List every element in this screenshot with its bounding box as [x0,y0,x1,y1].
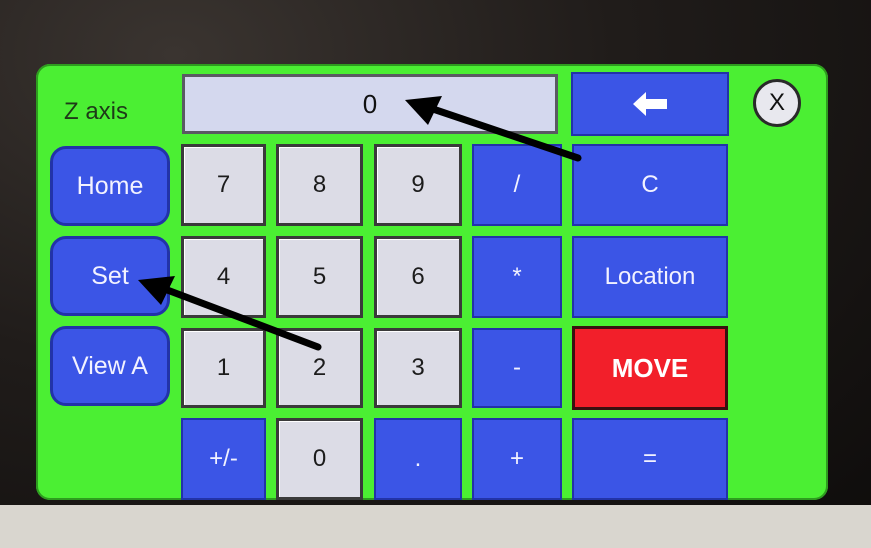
key-label: MOVE [611,352,689,383]
key-label: +/- [209,445,238,472]
key-plus-minus[interactable]: +/- [181,418,266,500]
key-label: 4 [216,263,231,290]
arrow-left-icon [633,92,667,116]
key-label: 2 [312,354,327,381]
key-label: 7 [216,171,231,198]
key-9[interactable]: 9 [374,144,462,226]
home-button[interactable]: Home [50,146,170,226]
key-label: 0 [312,445,327,472]
view-label: View A [72,351,148,380]
key-plus[interactable]: + [472,418,562,500]
key-2[interactable]: 2 [276,328,363,408]
clear-button[interactable]: C [572,144,728,226]
key-8[interactable]: 8 [276,144,363,226]
home-label: Home [76,171,144,200]
key-label: = [642,445,657,472]
set-label: Set [91,261,129,290]
key-label: . [414,445,422,472]
equals-button[interactable]: = [572,418,728,500]
value-display[interactable]: 0 [182,74,558,134]
key-label: 1 [216,354,231,381]
key-label: 8 [312,171,327,198]
key-label: - [513,354,521,381]
key-label: Location [604,263,696,290]
key-divide[interactable]: / [472,144,562,226]
key-label: 3 [411,354,425,381]
close-label: X [768,89,785,116]
key-4[interactable]: 4 [181,236,266,318]
close-button[interactable]: X [753,79,801,127]
key-minus[interactable]: - [472,328,562,408]
key-1[interactable]: 1 [181,328,266,408]
move-button[interactable]: MOVE [572,326,728,410]
key-0[interactable]: 0 [276,418,363,500]
device-base [0,505,871,548]
key-3[interactable]: 3 [374,328,462,408]
key-7[interactable]: 7 [181,144,266,226]
axis-label: Z axis [64,98,129,125]
key-6[interactable]: 6 [374,236,462,318]
backspace-button[interactable] [571,72,729,136]
key-5[interactable]: 5 [276,236,363,318]
view-button[interactable]: View A [50,326,170,406]
set-button[interactable]: Set [50,236,170,316]
key-decimal[interactable]: . [374,418,462,500]
key-label: 5 [312,263,327,290]
key-label: 9 [411,171,425,198]
key-label: + [509,445,524,472]
key-label: 6 [411,263,425,290]
display-value: 0 [362,88,378,119]
key-label: C [641,171,659,198]
location-button[interactable]: Location [572,236,728,318]
touch-screen: Z axis 0 X Home Set View A 7 8 9 / C 4 5… [36,64,828,500]
key-multiply[interactable]: * [472,236,562,318]
key-label: / [513,171,521,198]
key-label: * [512,263,522,290]
